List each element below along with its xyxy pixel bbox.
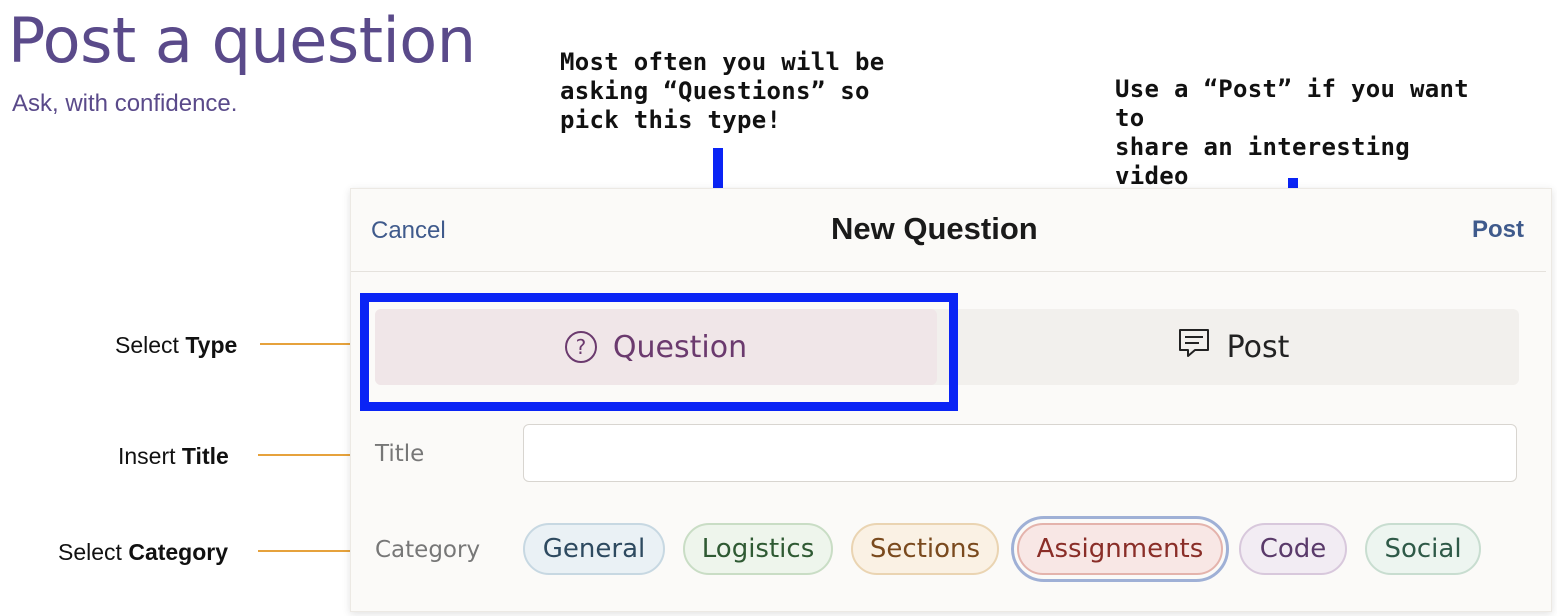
title-label: Title [375, 441, 425, 467]
category-chip-general[interactable]: General [523, 523, 665, 575]
insert-title-annotation: Insert Title [118, 443, 229, 469]
comment-icon [1177, 326, 1211, 368]
cancel-button[interactable]: Cancel [371, 217, 446, 245]
select-category-leader [258, 550, 360, 552]
category-chip-code[interactable]: Code [1239, 523, 1347, 575]
page-title: Post a question [8, 4, 476, 77]
title-input[interactable] [523, 424, 1517, 482]
type-option-post[interactable]: Post [947, 309, 1519, 385]
category-chip-sections[interactable]: Sections [851, 523, 999, 575]
category-label: Category [375, 537, 481, 563]
page-subtitle: Ask, with confidence. [12, 90, 238, 117]
type-option-label: Post [1226, 329, 1290, 365]
post-button[interactable]: Post [1472, 216, 1524, 244]
category-chip-logistics[interactable]: Logistics [683, 523, 833, 575]
category-chip-social[interactable]: Social [1365, 523, 1481, 575]
insert-title-leader [258, 454, 360, 456]
new-question-dialog: Cancel New Question Post ? Question Post… [350, 188, 1552, 612]
select-type-annotation: Select Type [115, 332, 238, 358]
category-chip-assignments[interactable]: Assignments [1017, 523, 1223, 575]
question-type-annotation: Most often you will be asking “Questions… [560, 48, 885, 134]
select-type-leader [260, 343, 358, 345]
dialog-header: Cancel New Question Post [351, 189, 1546, 272]
select-category-annotation: Select Category [58, 539, 229, 565]
question-type-highlight [360, 293, 958, 411]
dialog-title: New Question [831, 211, 1038, 246]
